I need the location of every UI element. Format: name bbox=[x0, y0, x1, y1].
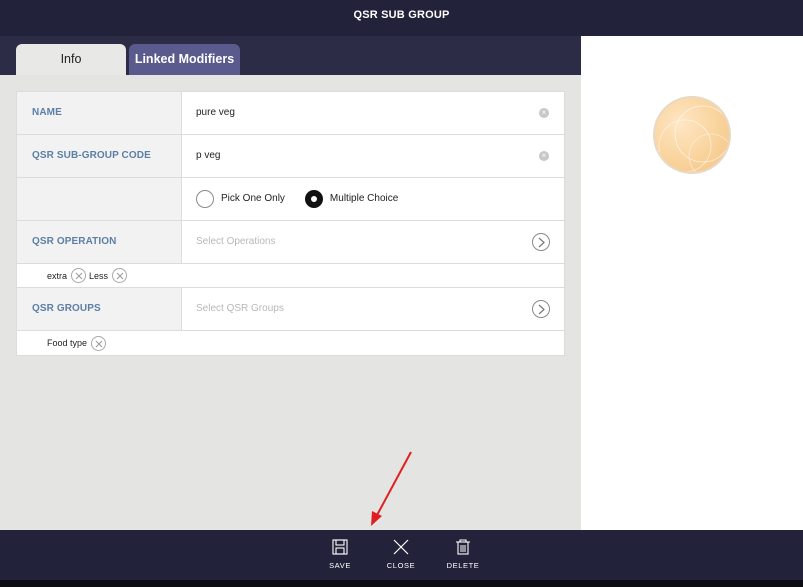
page-title: QSR SUB GROUP bbox=[0, 0, 803, 36]
operation-select[interactable]: Select Operations bbox=[182, 221, 564, 263]
operation-row: QSR OPERATION Select Operations bbox=[17, 221, 564, 264]
code-value: p veg bbox=[196, 150, 221, 161]
chip-food-type: Food type bbox=[47, 335, 107, 351]
sub-group-form: NAME pure veg × QSR SUB-GROUP CODE p veg… bbox=[16, 91, 565, 356]
chip-extra: extra bbox=[47, 268, 87, 283]
remove-chip-icon[interactable] bbox=[112, 268, 128, 283]
choice-label bbox=[17, 178, 182, 220]
delete-button[interactable]: DELETE bbox=[439, 538, 487, 570]
save-label: SAVE bbox=[329, 561, 351, 570]
code-row: QSR SUB-GROUP CODE p veg × bbox=[17, 135, 564, 178]
operation-chips: extra Less bbox=[17, 264, 564, 288]
code-label: QSR SUB-GROUP CODE bbox=[17, 135, 182, 177]
delete-label: DELETE bbox=[446, 561, 480, 570]
pick-one-label[interactable]: Pick One Only bbox=[221, 178, 285, 220]
code-field[interactable]: p veg × bbox=[182, 135, 564, 177]
groups-placeholder: Select QSR Groups bbox=[196, 303, 284, 314]
groups-row: QSR GROUPS Select QSR Groups bbox=[17, 288, 564, 331]
group-image-avatar[interactable] bbox=[653, 96, 731, 174]
tab-linked-modifiers[interactable]: Linked Modifiers bbox=[129, 44, 240, 75]
chip-less: Less bbox=[89, 268, 128, 283]
multiple-choice-label[interactable]: Multiple Choice bbox=[330, 178, 398, 220]
choice-row: Pick One Only Multiple Choice bbox=[17, 178, 564, 221]
operation-label: QSR OPERATION bbox=[17, 221, 182, 263]
groups-label: QSR GROUPS bbox=[17, 288, 182, 330]
multiple-choice-radio[interactable] bbox=[304, 190, 323, 208]
remove-chip-icon[interactable] bbox=[71, 268, 87, 283]
pick-one-radio[interactable] bbox=[196, 190, 214, 208]
groups-select[interactable]: Select QSR Groups bbox=[182, 288, 564, 330]
clear-name-icon[interactable]: × bbox=[539, 108, 549, 118]
form-area: NAME pure veg × QSR SUB-GROUP CODE p veg… bbox=[0, 75, 581, 530]
bottom-strip bbox=[0, 580, 803, 587]
operation-placeholder: Select Operations bbox=[196, 236, 276, 247]
name-label: NAME bbox=[17, 92, 182, 134]
close-icon bbox=[393, 539, 409, 555]
tab-info[interactable]: Info bbox=[16, 44, 126, 75]
image-panel bbox=[581, 36, 803, 530]
save-icon bbox=[332, 539, 348, 555]
chevron-right-icon[interactable] bbox=[532, 233, 550, 251]
name-row: NAME pure veg × bbox=[17, 92, 564, 135]
clear-code-icon[interactable]: × bbox=[539, 151, 549, 161]
action-bar: SAVE CLOSE DELETE bbox=[0, 530, 803, 587]
save-button[interactable]: SAVE bbox=[316, 538, 364, 570]
tab-bar: Info Linked Modifiers bbox=[0, 36, 581, 75]
trash-icon bbox=[456, 539, 470, 555]
close-label: CLOSE bbox=[386, 561, 416, 570]
name-field[interactable]: pure veg × bbox=[182, 92, 564, 134]
groups-chips: Food type bbox=[17, 331, 564, 355]
remove-chip-icon[interactable] bbox=[91, 335, 107, 351]
chevron-right-icon[interactable] bbox=[532, 300, 550, 318]
close-button[interactable]: CLOSE bbox=[377, 538, 425, 570]
name-value: pure veg bbox=[196, 107, 235, 118]
